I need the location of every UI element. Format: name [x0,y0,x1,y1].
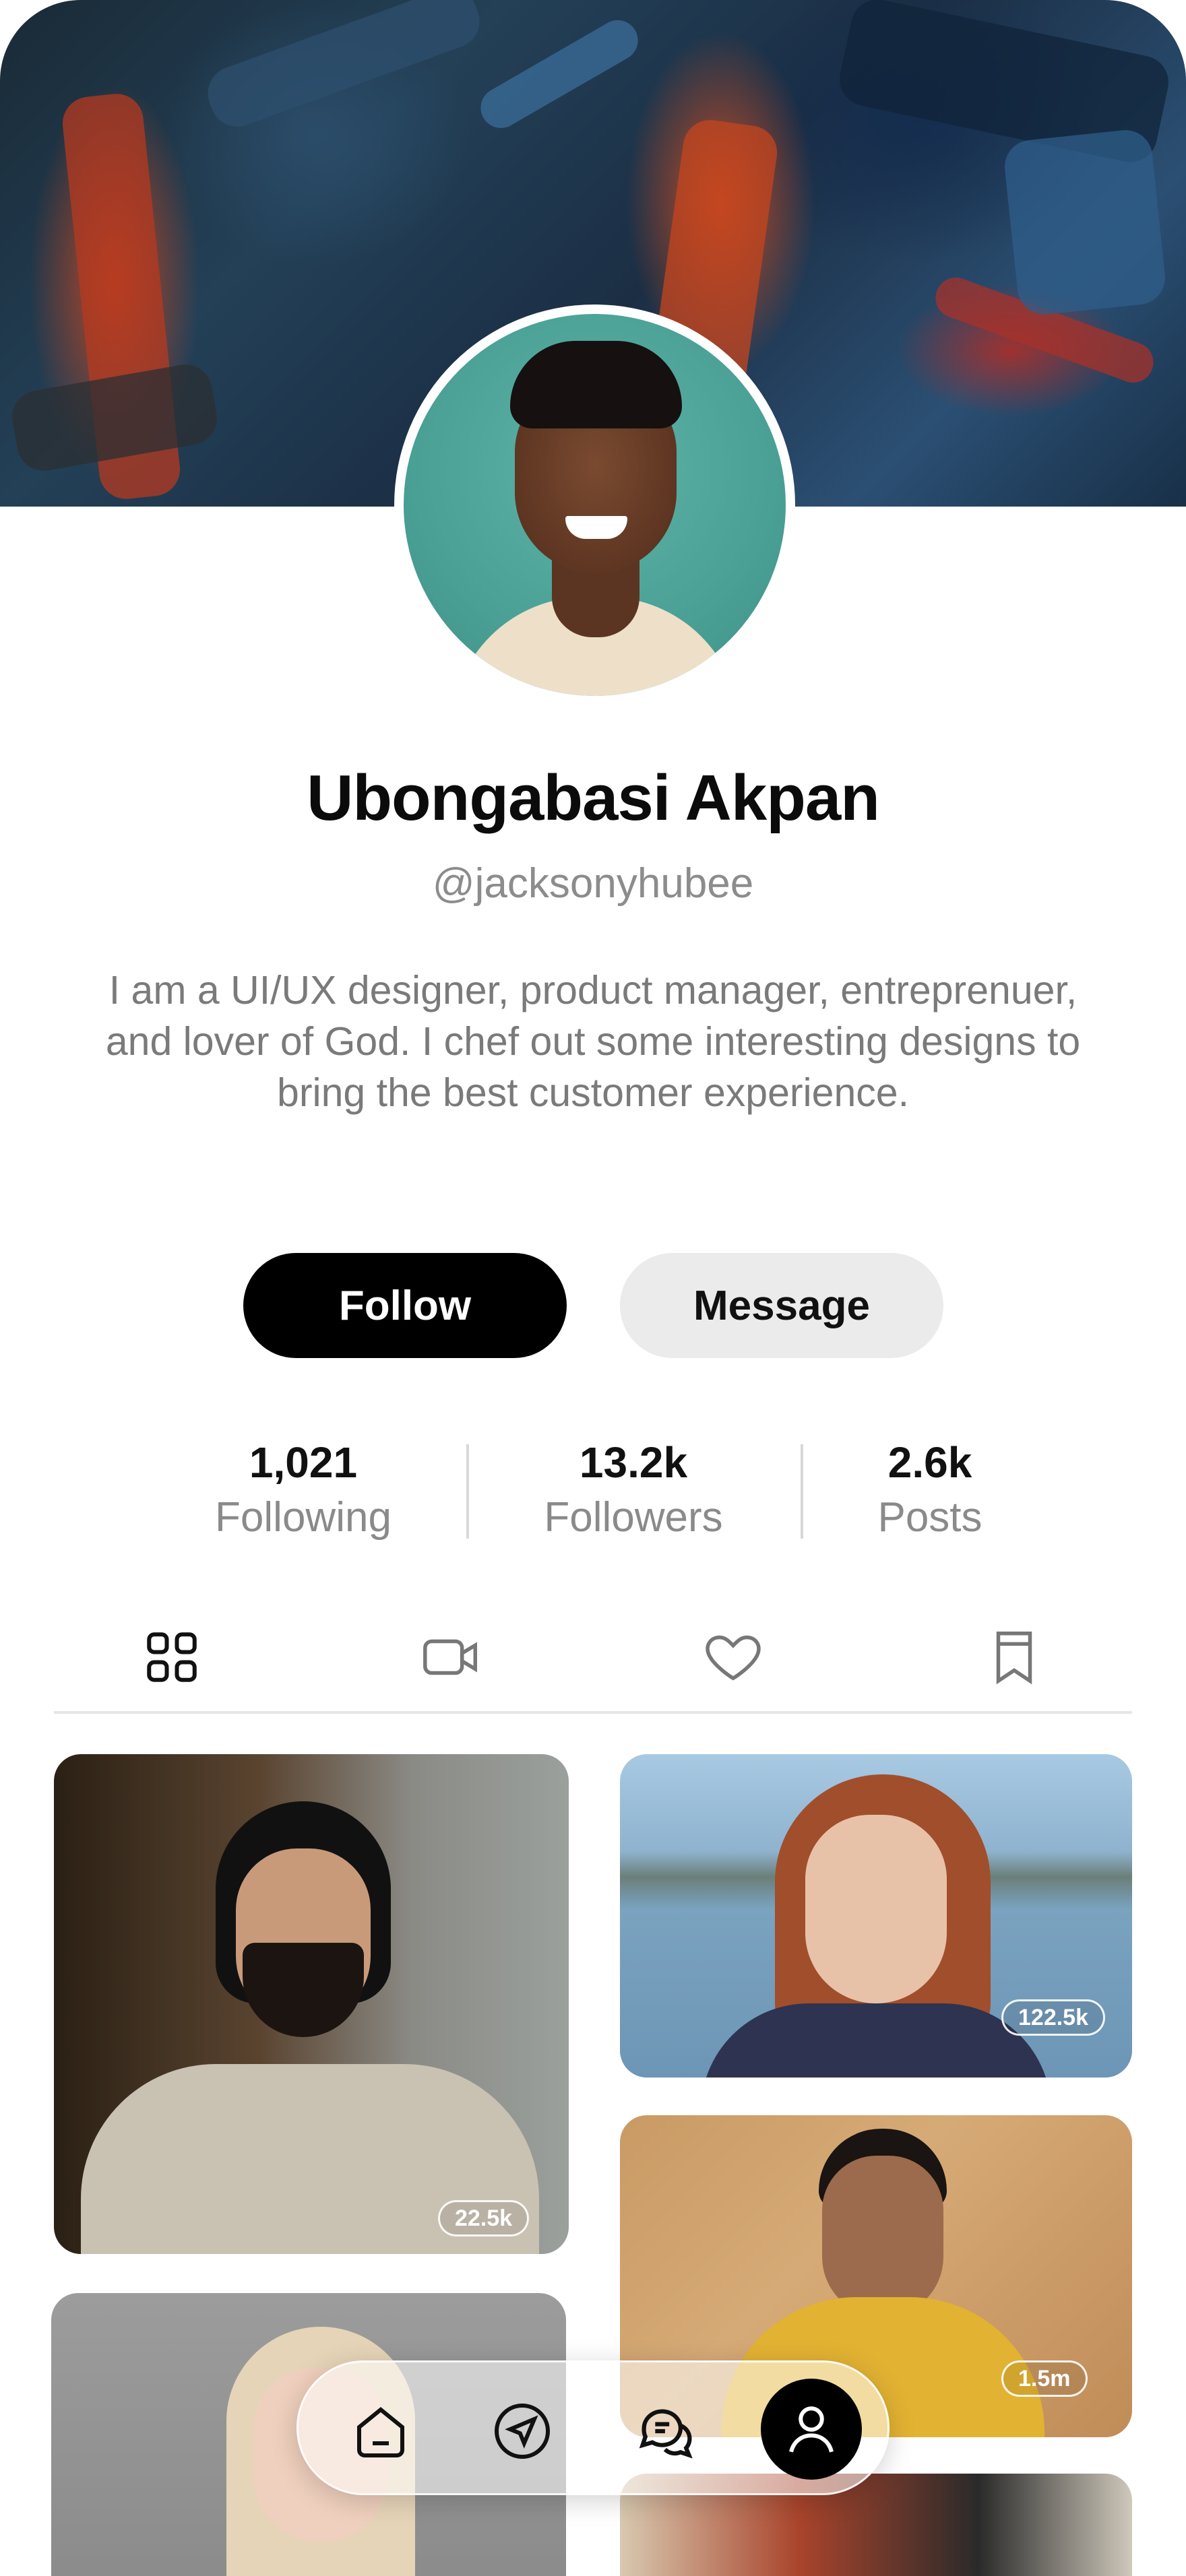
tab-likes[interactable] [693,1623,774,1691]
profile-handle: @jacksonyhubee [432,860,754,907]
view-count: 22.5k [438,2200,530,2236]
stat-value: 1,021 [249,1438,358,1487]
nav-explore[interactable] [487,2396,557,2466]
grid-icon [147,1632,197,1682]
stat-label: Followers [544,1494,723,1541]
bookmark-icon [996,1632,1032,1685]
nav-messages[interactable] [631,2396,701,2466]
stat-posts[interactable]: 2.6k Posts [836,1435,1024,1545]
profile-icon [789,2406,834,2453]
post-card[interactable]: 22.5k [54,1754,569,2254]
send-icon [495,2404,550,2459]
follow-button[interactable]: Follow [243,1253,567,1358]
tabs-divider [54,1711,1132,1714]
stat-value: 13.2k [579,1438,688,1487]
stat-label: Following [215,1494,392,1541]
stat-divider [801,1444,803,1539]
tab-saved[interactable] [974,1623,1055,1691]
chat-icon [639,2409,693,2459]
content-tabs [54,1603,1132,1711]
home-icon [357,2407,404,2457]
tab-videos[interactable] [411,1623,492,1691]
stat-following[interactable]: 1,021 Following [189,1435,418,1545]
view-count: 1.5m [1001,2360,1088,2397]
bottom-nav [296,2360,890,2495]
avatar-photo [404,314,786,696]
profile-name: Ubongabasi Akpan [307,762,880,834]
message-button[interactable]: Message [620,1253,943,1358]
tab-grid[interactable] [131,1623,212,1691]
stat-value: 2.6k [887,1438,972,1487]
avatar[interactable] [394,304,795,705]
post-card[interactable]: 122.5k [620,1754,1132,2078]
view-count: 122.5k [1001,1999,1105,2036]
stat-label: Posts [877,1494,982,1541]
profile-bio: I am a UI/UX designer, product manager, … [105,968,1081,1115]
stat-divider [466,1444,469,1539]
stat-followers[interactable]: 13.2k Followers [519,1435,748,1545]
heart-icon [706,1635,761,1681]
nav-profile[interactable] [761,2379,862,2480]
profile-screen: Ubongabasi Akpan @jacksonyhubee I am a U… [0,0,1186,2576]
video-icon [423,1639,477,1675]
nav-home[interactable] [346,2396,416,2466]
